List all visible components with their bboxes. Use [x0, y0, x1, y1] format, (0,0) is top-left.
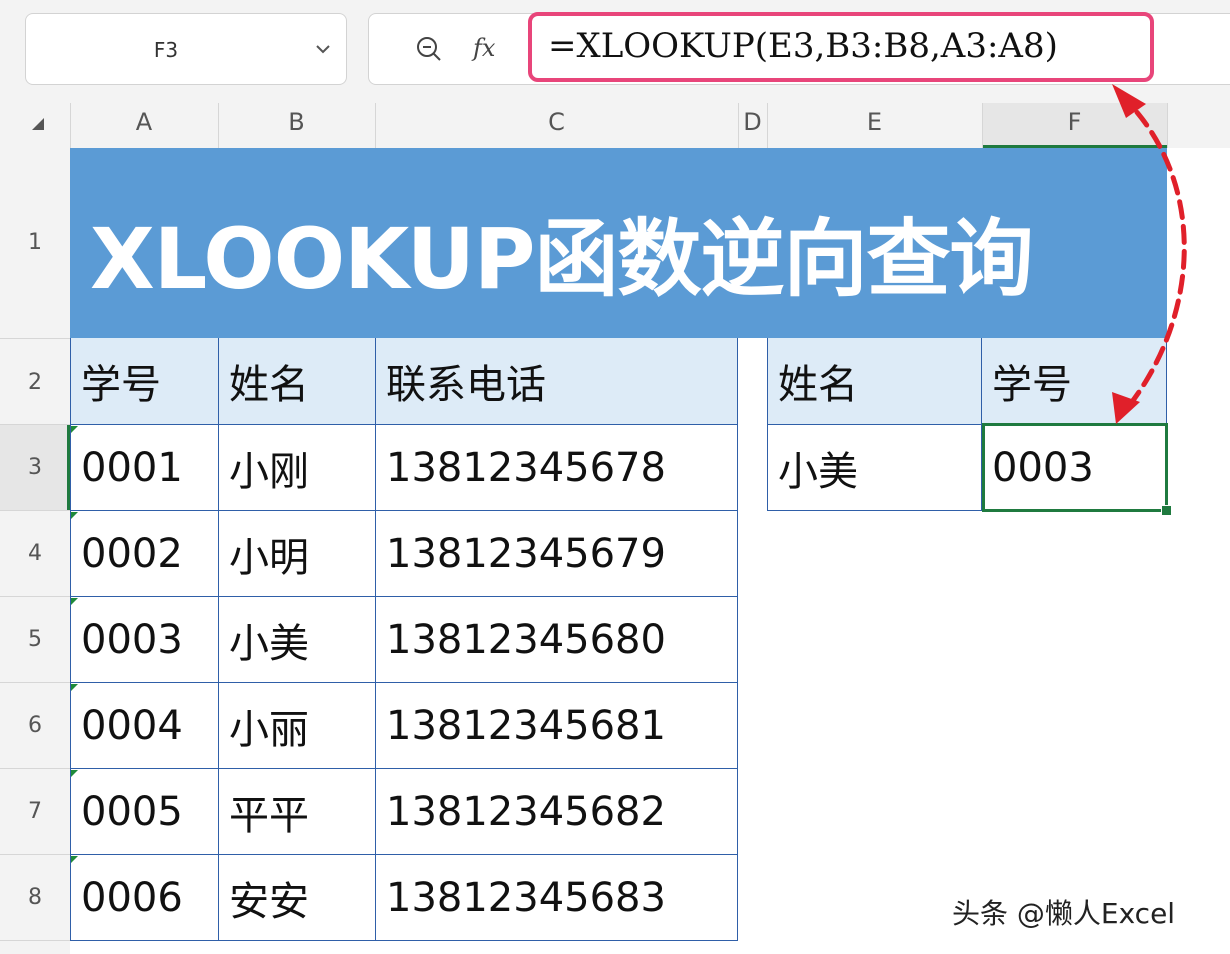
table-header-cell[interactable]: 姓名 — [219, 338, 376, 425]
column-header-a[interactable]: A — [70, 108, 218, 136]
number-as-text-marker — [71, 598, 78, 605]
column-header-d[interactable]: D — [738, 108, 767, 136]
column-separator — [1167, 103, 1168, 148]
title-banner[interactable]: XLOOKUP函数逆向查询 — [70, 148, 1167, 338]
number-as-text-marker — [71, 512, 78, 519]
fx-icon[interactable]: 𝑓x — [473, 34, 495, 62]
active-cell-selection[interactable] — [982, 423, 1168, 512]
chevron-down-icon[interactable] — [314, 40, 332, 58]
table-cell[interactable]: 小明 — [219, 511, 376, 597]
row-separator — [0, 596, 70, 597]
lookup-name-cell[interactable]: 小美 — [767, 425, 982, 511]
table-cell[interactable]: 0005 — [70, 769, 219, 855]
column-header-c[interactable]: C — [375, 108, 738, 136]
page-title: XLOOKUP函数逆向查询 — [90, 210, 1034, 308]
table-cell[interactable]: 0006 — [70, 855, 219, 941]
formula-input[interactable]: =XLOOKUP(E3,B3:B8,A3:A8) — [528, 12, 1154, 82]
zoom-icon[interactable] — [414, 34, 444, 64]
lookup-header-cell[interactable]: 学号 — [982, 338, 1167, 425]
table-cell[interactable]: 13812345680 — [376, 597, 738, 683]
row-header-2[interactable]: 2 — [0, 370, 70, 395]
name-box-value: F3 — [153, 38, 179, 62]
name-box[interactable]: F3 — [25, 13, 347, 85]
table-header-cell[interactable]: 联系电话 — [376, 338, 738, 425]
table-cell[interactable]: 0003 — [70, 597, 219, 683]
table-cell[interactable]: 0004 — [70, 683, 219, 769]
watermark: 头条 @懒人Excel — [952, 897, 1176, 930]
row-header-4[interactable]: 4 — [0, 541, 70, 566]
row-separator — [0, 940, 70, 941]
row-header-7[interactable]: 7 — [0, 799, 70, 824]
table-cell[interactable]: 13812345679 — [376, 511, 738, 597]
table-cell[interactable]: 13812345678 — [376, 425, 738, 511]
column-header-f[interactable]: F — [982, 108, 1167, 136]
number-as-text-marker — [71, 426, 78, 433]
number-as-text-marker — [71, 684, 78, 691]
column-header-e[interactable]: E — [767, 108, 982, 136]
formula-text: =XLOOKUP(E3,B3:B8,A3:A8) — [548, 26, 1058, 66]
row-separator — [0, 338, 70, 339]
row-header-1[interactable]: 1 — [0, 230, 70, 255]
table-cell[interactable]: 小美 — [219, 597, 376, 683]
lookup-header-cell[interactable]: 姓名 — [767, 338, 982, 425]
row-header-8[interactable]: 8 — [0, 885, 70, 910]
select-all-icon[interactable] — [32, 118, 44, 130]
table-header-cell[interactable]: 学号 — [70, 338, 219, 425]
table-cell[interactable]: 小丽 — [219, 683, 376, 769]
table-cell[interactable]: 小刚 — [219, 425, 376, 511]
number-as-text-marker — [71, 856, 78, 863]
row-separator — [0, 768, 70, 769]
row-header-5[interactable]: 5 — [0, 627, 70, 652]
table-cell[interactable]: 13812345682 — [376, 769, 738, 855]
fill-handle[interactable] — [1161, 505, 1172, 516]
table-cell[interactable]: 0002 — [70, 511, 219, 597]
row-separator — [0, 682, 70, 683]
row-separator — [0, 424, 70, 425]
column-header-b[interactable]: B — [218, 108, 375, 136]
row-header-3[interactable]: 3 — [0, 455, 70, 480]
table-cell[interactable]: 安安 — [219, 855, 376, 941]
table-cell[interactable]: 13812345681 — [376, 683, 738, 769]
number-as-text-marker — [71, 770, 78, 777]
table-cell[interactable]: 平平 — [219, 769, 376, 855]
row-separator — [0, 854, 70, 855]
table-cell[interactable]: 13812345683 — [376, 855, 738, 941]
row-separator — [0, 510, 70, 511]
row-header-6[interactable]: 6 — [0, 713, 70, 738]
table-cell[interactable]: 0001 — [70, 425, 219, 511]
